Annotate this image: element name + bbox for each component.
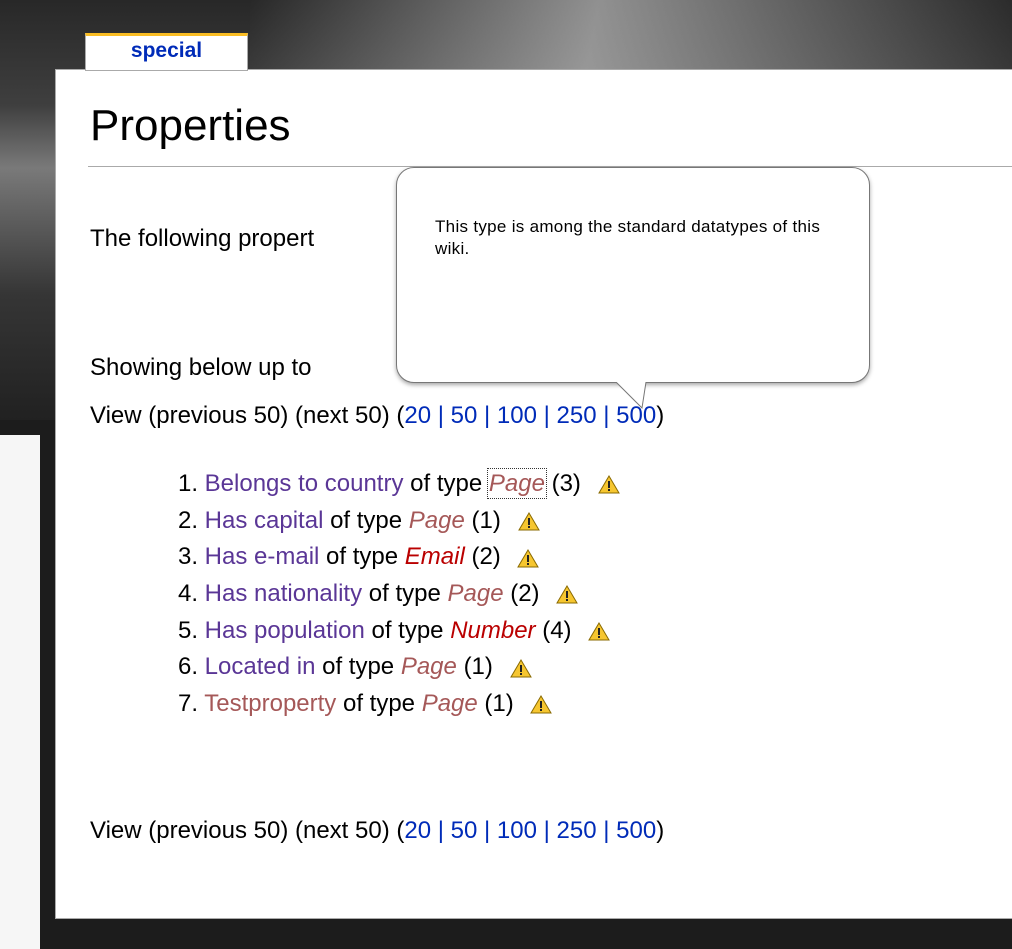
list-item: 3. Has e-mail of type Email (2) — [140, 539, 620, 576]
type-link[interactable]: Email — [405, 543, 465, 570]
pager-100-link[interactable]: 100 — [497, 817, 537, 844]
pager-separator: | — [543, 817, 550, 844]
tooltip-text: This type is among the standard datatype… — [435, 217, 821, 258]
list-item: 7. Testproperty of type Page (1) — [140, 686, 620, 723]
type-link[interactable]: Page — [422, 690, 478, 717]
list-item: 2. Has capital of type Page (1) — [140, 503, 620, 540]
list-number: 4. — [177, 580, 198, 608]
pager-prefix[interactable]: View (previous 50) (next 50) ( — [90, 402, 404, 429]
usage-count: (2) — [510, 580, 540, 608]
list-item: 1. Belongs to country of type Page (3) — [140, 466, 620, 503]
pager-suffix: ) — [656, 817, 665, 844]
usage-count: (2) — [471, 543, 501, 571]
property-link[interactable]: Belongs to country — [205, 470, 404, 497]
tooltip: This type is among the standard datatype… — [396, 167, 870, 383]
showing-text: Showing below up to — [90, 354, 312, 381]
list-number: 3. — [177, 543, 198, 571]
property-link[interactable]: Testproperty — [204, 690, 336, 717]
warning-triangle-icon[interactable] — [556, 585, 579, 604]
warning-triangle-icon[interactable] — [517, 511, 540, 531]
of-type-text: of type — [368, 580, 441, 608]
pager-separator: | — [437, 402, 444, 429]
pager-separator: | — [484, 402, 491, 429]
of-type-text: of type — [410, 470, 483, 497]
pager-50-link[interactable]: 50 — [451, 817, 478, 844]
property-list: 1. Belongs to country of type Page (3) 2… — [140, 466, 620, 723]
list-number: 6. — [177, 653, 198, 681]
pager-prefix[interactable]: View (previous 50) (next 50) ( — [90, 817, 404, 844]
of-type-text: of type — [371, 616, 444, 644]
of-type-text: of type — [326, 543, 399, 571]
list-item: 4. Has nationality of type Page (2) — [140, 576, 620, 613]
type-link[interactable]: Page — [409, 507, 465, 534]
of-type-text: of type — [342, 690, 416, 718]
list-number: 5. — [177, 616, 198, 644]
pager-20-link[interactable]: 20 — [404, 817, 431, 844]
pager-separator: | — [484, 817, 491, 844]
type-link[interactable]: Number — [450, 617, 535, 644]
window-highlight — [250, 0, 1012, 80]
property-link[interactable]: Has e-mail — [205, 543, 320, 570]
warning-triangle-icon[interactable] — [530, 695, 553, 714]
intro-text: The following propert — [90, 225, 315, 252]
usage-count: (4) — [542, 616, 572, 644]
type-link[interactable]: Page — [486, 468, 547, 499]
usage-count: (1) — [463, 653, 493, 681]
pager-top: View (previous 50) (next 50) (20 | 50 | … — [90, 400, 664, 432]
pager-250-link[interactable]: 250 — [557, 402, 597, 429]
tooltip-pointer — [616, 382, 647, 410]
pager-separator: | — [603, 402, 610, 429]
warning-triangle-icon[interactable] — [597, 475, 620, 494]
pager-100-link[interactable]: 100 — [497, 402, 537, 429]
usage-count: (1) — [484, 690, 514, 718]
pager-separator: | — [603, 817, 610, 844]
page-title: Properties — [90, 101, 291, 150]
pager-250-link[interactable]: 250 — [557, 817, 597, 844]
pager-suffix: ) — [656, 402, 665, 429]
warning-triangle-icon[interactable] — [588, 621, 611, 641]
pager-separator: | — [437, 817, 444, 844]
list-number: 2. — [177, 506, 198, 534]
of-type-text: of type — [330, 506, 403, 534]
pager-50-link[interactable]: 50 — [451, 402, 478, 429]
tab-special[interactable]: special — [85, 33, 248, 71]
usage-count: (1) — [471, 506, 501, 534]
warning-triangle-icon[interactable] — [517, 548, 540, 568]
left-sidebar-edge — [0, 435, 40, 949]
pager-bottom: View (previous 50) (next 50) (20 | 50 | … — [90, 815, 664, 847]
type-link[interactable]: Page — [401, 653, 457, 680]
pager-500-link[interactable]: 500 — [616, 817, 656, 844]
type-link[interactable]: Page — [447, 580, 503, 607]
property-link[interactable]: Has capital — [205, 507, 324, 534]
list-number: 1. — [177, 470, 198, 497]
pager-separator: | — [543, 402, 550, 429]
warning-triangle-icon[interactable] — [509, 658, 532, 678]
property-link[interactable]: Has population — [205, 617, 365, 644]
usage-count: (3) — [551, 470, 581, 497]
of-type-text: of type — [322, 653, 395, 681]
property-link[interactable]: Has nationality — [205, 580, 362, 607]
pager-20-link[interactable]: 20 — [404, 402, 431, 429]
list-item: 6. Located in of type Page (1) — [140, 649, 620, 686]
tab-special-label[interactable]: special — [86, 36, 247, 66]
list-item: 5. Has population of type Number (4) — [140, 613, 620, 650]
list-number: 7. — [177, 690, 198, 718]
property-link[interactable]: Located in — [205, 653, 316, 680]
